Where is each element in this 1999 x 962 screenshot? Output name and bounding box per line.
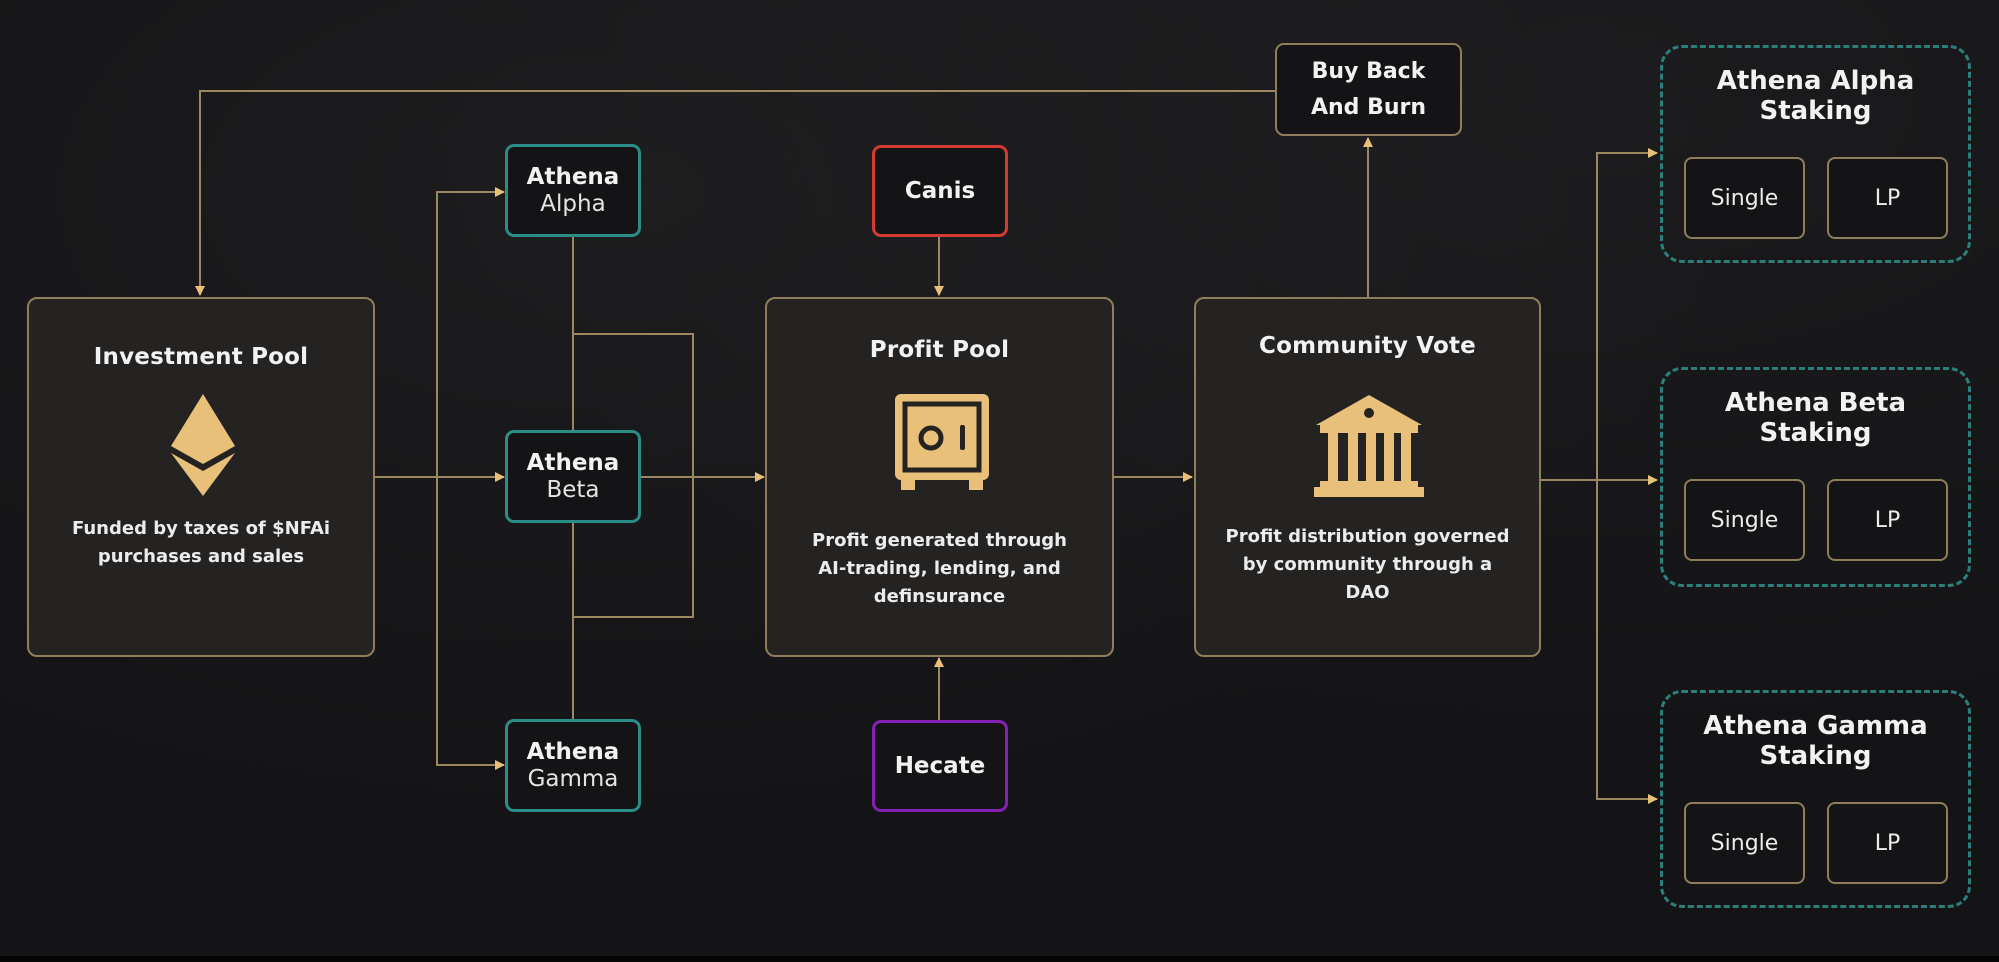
alpha-lp-label: LP (1874, 185, 1901, 211)
community-vote-box: Community Vote Profit distribution gover… (1194, 297, 1541, 657)
profit-pool-box: Profit Pool Profit generated through AI-… (765, 297, 1114, 657)
investment-pool-desc-line2: purchases and sales (97, 546, 305, 567)
hecate-box: Hecate (872, 720, 1008, 812)
safe-icon (895, 394, 989, 490)
investment-pool-box: Investment Pool Funded by taxes of $NFAi… (27, 297, 375, 657)
investment-pool-title: Investment Pool (93, 344, 309, 370)
hecate-label: Hecate (894, 753, 986, 779)
athena-beta-line2: Beta (546, 476, 600, 503)
line-bus-to-gamma (436, 477, 505, 770)
canis-label: Canis (904, 178, 976, 204)
profit-pool-desc-line2: AI-trading, lending, and (818, 558, 1061, 579)
beta-staking-title-line1: Athena Beta (1724, 388, 1907, 418)
alpha-staking-single-option[interactable]: Single (1684, 157, 1805, 239)
gamma-staking-lp-option[interactable]: LP (1827, 802, 1948, 884)
athena-alpha-line1: Athena (526, 163, 620, 190)
gamma-single-label: Single (1710, 830, 1779, 856)
beta-lp-label: LP (1874, 507, 1901, 533)
athena-beta-line1: Athena (526, 449, 620, 476)
buy-back-and-burn-box: Buy Back And Burn (1275, 43, 1462, 136)
beta-single-label: Single (1710, 507, 1779, 533)
beta-staking-title-line2: Staking (1759, 418, 1872, 448)
beta-staking-single-option[interactable]: Single (1684, 479, 1805, 561)
beta-staking-lp-option[interactable]: LP (1827, 479, 1948, 561)
community-vote-desc-line3: DAO (1345, 582, 1390, 603)
alpha-single-label: Single (1710, 185, 1779, 211)
profit-pool-desc-line3: definsurance (873, 586, 1006, 607)
athena-gamma-box: Athena Gamma (505, 719, 641, 812)
alpha-staking-lp-option[interactable]: LP (1827, 157, 1948, 239)
bottom-strip (0, 956, 1999, 962)
community-vote-desc-line1: Profit distribution governed (1225, 526, 1510, 547)
line-buyback-to-investment (195, 90, 1275, 296)
community-vote-title: Community Vote (1259, 333, 1476, 359)
athena-beta-staking-group: Athena Beta Staking Single LP (1660, 367, 1971, 587)
gamma-staking-single-option[interactable]: Single (1684, 802, 1805, 884)
athena-gamma-staking-group: Athena Gamma Staking Single LP (1660, 690, 1971, 908)
canis-box: Canis (872, 145, 1008, 237)
athena-alpha-line2: Alpha (540, 190, 606, 217)
athena-gamma-line2: Gamma (527, 765, 619, 792)
athena-alpha-staking-group: Athena Alpha Staking Single LP (1660, 45, 1971, 263)
line-bus-to-alpha-staking (1596, 148, 1658, 480)
line-bus-to-gamma-staking (1596, 480, 1658, 804)
investment-pool-desc-line1: Funded by taxes of $NFAi (71, 518, 331, 539)
ethereum-icon (171, 394, 235, 496)
alpha-staking-title-line1: Athena Alpha (1716, 66, 1915, 96)
athena-alpha-box: Athena Alpha (505, 144, 641, 237)
alpha-staking-title-line2: Staking (1759, 96, 1872, 126)
line-bus-to-alpha (436, 187, 505, 477)
gamma-lp-label: LP (1874, 830, 1901, 856)
bank-icon (1314, 395, 1424, 497)
buy-back-line1: Buy Back (1311, 58, 1426, 84)
profit-pool-desc-line1: Profit generated through (812, 530, 1067, 551)
profit-pool-title: Profit Pool (869, 337, 1010, 363)
gamma-staking-title-line2: Staking (1759, 741, 1872, 771)
buy-back-line2: And Burn (1310, 94, 1427, 120)
athena-beta-box: Athena Beta (505, 430, 641, 523)
community-vote-desc-line2: by community through a (1242, 554, 1493, 575)
gamma-staking-title-line1: Athena Gamma (1703, 711, 1928, 741)
athena-gamma-line1: Athena (526, 738, 620, 765)
